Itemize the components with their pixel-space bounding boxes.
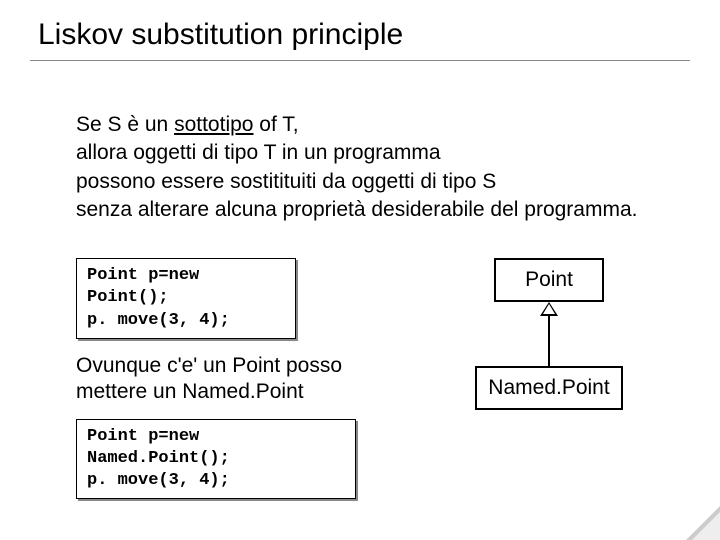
text-line: allora oggetti di tipo T in un programma [76, 141, 441, 164]
text-underlined: sottotipo [174, 113, 253, 136]
code-line: Point(); [87, 287, 285, 309]
arrowhead-icon [540, 302, 558, 316]
uml-class-child: Named.Point [475, 366, 623, 410]
explanation-text: Ovunque c'e' un Point posso mettere un N… [76, 353, 406, 406]
slide-title: Liskov substitution principle [38, 18, 690, 52]
page-fold-icon [686, 506, 720, 540]
uml-diagram: Point Named.Point [464, 258, 634, 410]
uml-class-parent: Point [494, 258, 604, 302]
text-fragment: of T, [253, 113, 298, 136]
uml-inheritance-arrow [464, 302, 634, 366]
code-line: Point p=new Named.Point(); [87, 426, 345, 470]
title-area: Liskov substitution principle [30, 18, 690, 61]
code-box-substituted: Point p=new Named.Point(); p. move(3, 4)… [76, 419, 356, 499]
uml-line [548, 316, 550, 366]
text-fragment: Se S è un [76, 113, 174, 136]
slide: Liskov substitution principle Se S è un … [0, 0, 720, 540]
content-row: Point p=new Point(); p. move(3, 4); Ovun… [30, 258, 690, 499]
principle-text: Se S è un sottotipo of T, allora oggetti… [30, 111, 690, 224]
text-line: possono essere sostitituiti da oggetti d… [76, 170, 496, 193]
text-line: Ovunque c'e' un Point posso [76, 353, 406, 379]
text-line: mettere un Named.Point [76, 379, 406, 405]
code-box-original: Point p=new Point(); p. move(3, 4); [76, 258, 296, 338]
text-line: senza alterare alcuna proprietà desidera… [76, 198, 637, 221]
code-line: p. move(3, 4); [87, 470, 345, 492]
code-line: Point p=new [87, 265, 285, 287]
code-line: p. move(3, 4); [87, 310, 285, 332]
